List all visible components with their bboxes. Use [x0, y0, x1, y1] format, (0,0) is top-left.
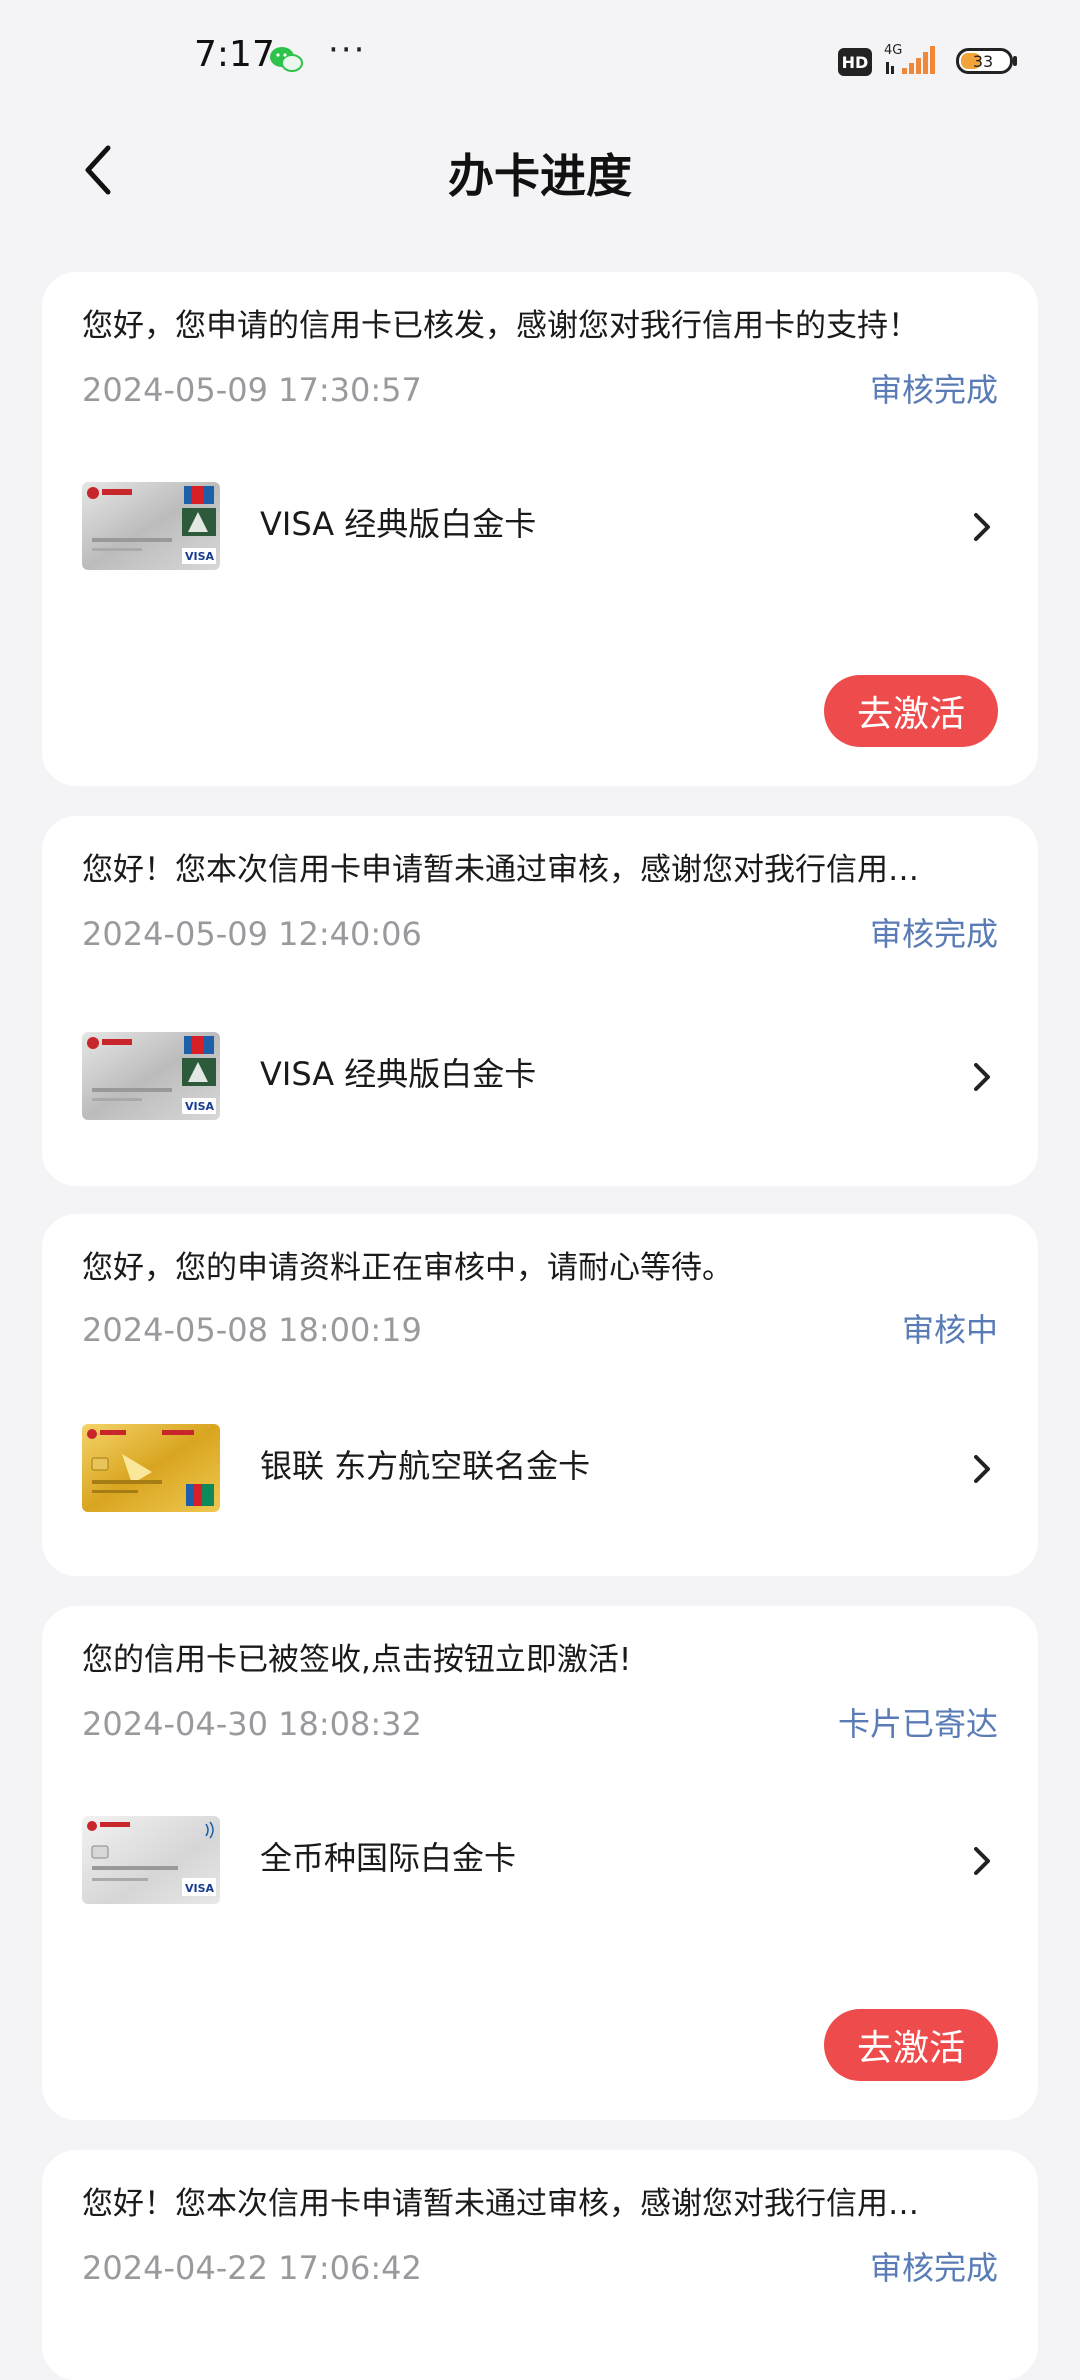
- more-dots-icon: ···: [328, 30, 367, 70]
- application-date: 2024-05-08 18:00:19: [82, 1311, 422, 1349]
- card-product-name: VISA 经典版白金卡: [260, 1055, 537, 1093]
- svg-text:VISA: VISA: [185, 1882, 215, 1895]
- wechat-icon: [270, 47, 303, 72]
- application-date: 2024-04-22 17:06:42: [82, 2249, 422, 2287]
- application-status: 审核完成: [869, 371, 998, 409]
- card-product-row[interactable]: VISA 全币种国际白金卡: [42, 1816, 1038, 1906]
- application-date: 2024-04-30 18:08:32: [82, 1705, 422, 1743]
- svg-text:VISA: VISA: [185, 1100, 215, 1113]
- application-card: 您好，您申请的信用卡已核发，感谢您对我行信用卡的支持！ 2024-05-09 1…: [42, 272, 1038, 786]
- activate-button[interactable]: 去激活: [824, 675, 998, 747]
- card-product-row[interactable]: VISA VISA 经典版白金卡: [42, 482, 1038, 572]
- chevron-right-icon[interactable]: [970, 510, 994, 544]
- application-status: 审核完成: [869, 2249, 998, 2287]
- application-card: 您好，您的申请资料正在审核中，请耐心等待。 2024-05-08 18:00:1…: [42, 1214, 1038, 1576]
- signal-icon: 4G: [884, 43, 935, 74]
- application-card: 您的信用卡已被签收,点击按钮立即激活! 2024-04-30 18:08:32 …: [42, 1606, 1038, 2120]
- white-visa-card-image: VISA: [82, 1816, 220, 1904]
- application-date: 2024-05-09 12:40:06: [82, 915, 422, 953]
- application-status: 审核完成: [869, 915, 998, 953]
- card-product-name: VISA 经典版白金卡: [260, 505, 537, 543]
- silver-visa-card-image: VISA: [82, 482, 220, 570]
- page-title: 办卡进度: [448, 149, 632, 203]
- application-card: 您好！您本次信用卡申请暂未通过审核，感谢您对我行信用… 2024-05-09 1…: [42, 816, 1038, 1186]
- card-product-name: 全币种国际白金卡: [260, 1839, 517, 1877]
- card-product-row[interactable]: 银联 东方航空联名金卡: [42, 1424, 1038, 1514]
- application-message: 您好，您的申请资料正在审核中，请耐心等待。: [82, 1250, 733, 1286]
- silver-visa-card-image: VISA: [82, 1032, 220, 1120]
- application-card: 您好！您本次信用卡申请暂未通过审核，感谢您对我行信用… 2024-04-22 1…: [42, 2150, 1038, 2380]
- battery-icon: 33: [956, 48, 1017, 74]
- card-product-row[interactable]: VISA VISA 经典版白金卡: [42, 1032, 1038, 1122]
- application-message: 您好！您本次信用卡申请暂未通过审核，感谢您对我行信用…: [82, 852, 919, 888]
- hd-icon: HD: [838, 48, 872, 76]
- gold-unionpay-card-image: [82, 1424, 220, 1512]
- nav-bar: 办卡进度: [0, 120, 1080, 220]
- card-product-name: 银联 东方航空联名金卡: [260, 1447, 591, 1485]
- application-message: 您的信用卡已被签收,点击按钮立即激活!: [82, 1642, 632, 1678]
- activate-button[interactable]: 去激活: [824, 2009, 998, 2081]
- chevron-right-icon[interactable]: [970, 1844, 994, 1878]
- application-date: 2024-05-09 17:30:57: [82, 371, 422, 409]
- application-message: 您好，您申请的信用卡已核发，感谢您对我行信用卡的支持！: [82, 308, 919, 344]
- status-bar: 7:17 ··· HD 4G 33: [0, 0, 1080, 120]
- battery-level: 33: [973, 52, 993, 71]
- application-status: 卡片已寄达: [837, 1705, 998, 1743]
- network-label: 4G: [884, 43, 902, 58]
- chevron-right-icon[interactable]: [970, 1060, 994, 1094]
- status-time: 7:17: [194, 34, 275, 75]
- application-message: 您好！您本次信用卡申请暂未通过审核，感谢您对我行信用…: [82, 2186, 919, 2222]
- application-status: 审核中: [901, 1311, 998, 1349]
- chevron-right-icon[interactable]: [970, 1452, 994, 1486]
- svg-text:VISA: VISA: [185, 550, 215, 563]
